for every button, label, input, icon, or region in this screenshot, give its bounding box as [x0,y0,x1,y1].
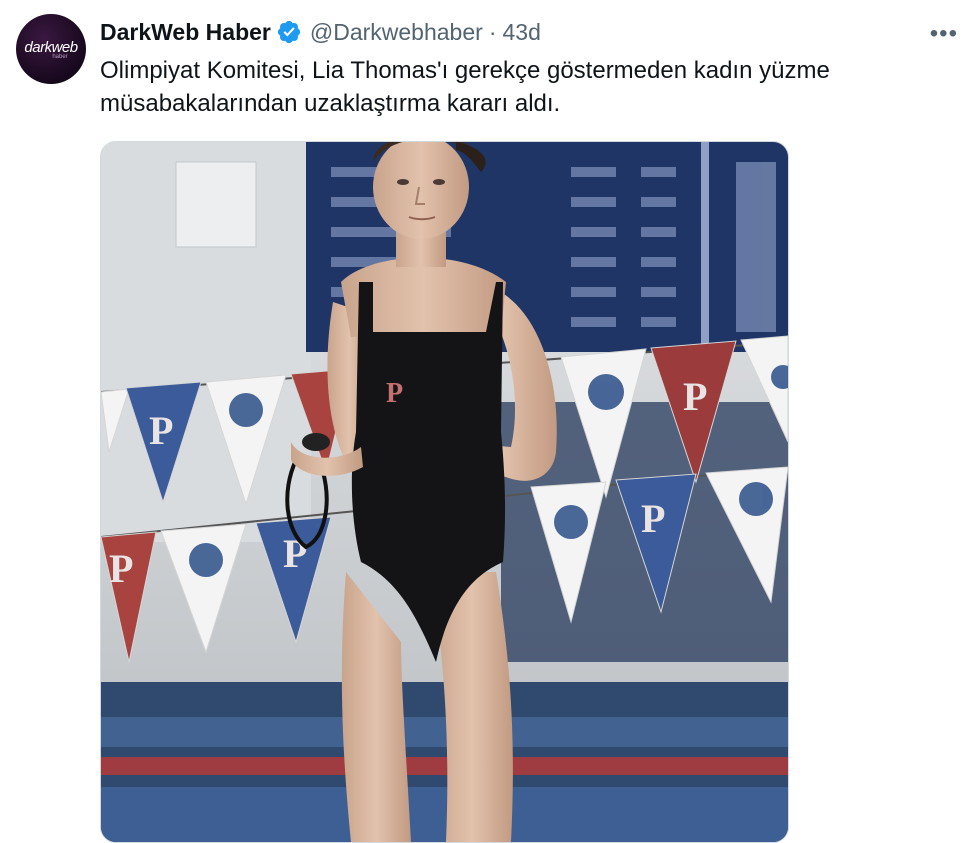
tweet-text: Olimpiyat Komitesi, Lia Thomas'ı gerekçe… [100,57,830,117]
svg-text:P: P [386,378,403,409]
tweet-header: DarkWeb Haber @Darkwebhaber · 43d [100,16,541,48]
avatar-logo-sub: haber [52,53,68,60]
avatar[interactable]: darkweb haber [16,14,86,84]
svg-text:P: P [149,408,173,453]
svg-text:P: P [109,546,133,591]
svg-text:P: P [683,374,707,419]
avatar-logo-text: darkweb [24,38,78,56]
timestamp[interactable]: 43d [502,19,540,46]
author-handle[interactable]: @Darkwebhaber [310,19,483,46]
svg-text:P: P [641,496,665,541]
separator-dot: · [488,18,497,45]
author-name[interactable]: DarkWeb Haber [100,19,271,46]
verified-badge-icon [277,20,300,44]
swimmer-photo: PPP PP P [101,142,788,842]
more-horizontal-icon[interactable]: ••• [930,20,958,48]
tweet-media-image[interactable]: PPP PP P [100,141,789,843]
